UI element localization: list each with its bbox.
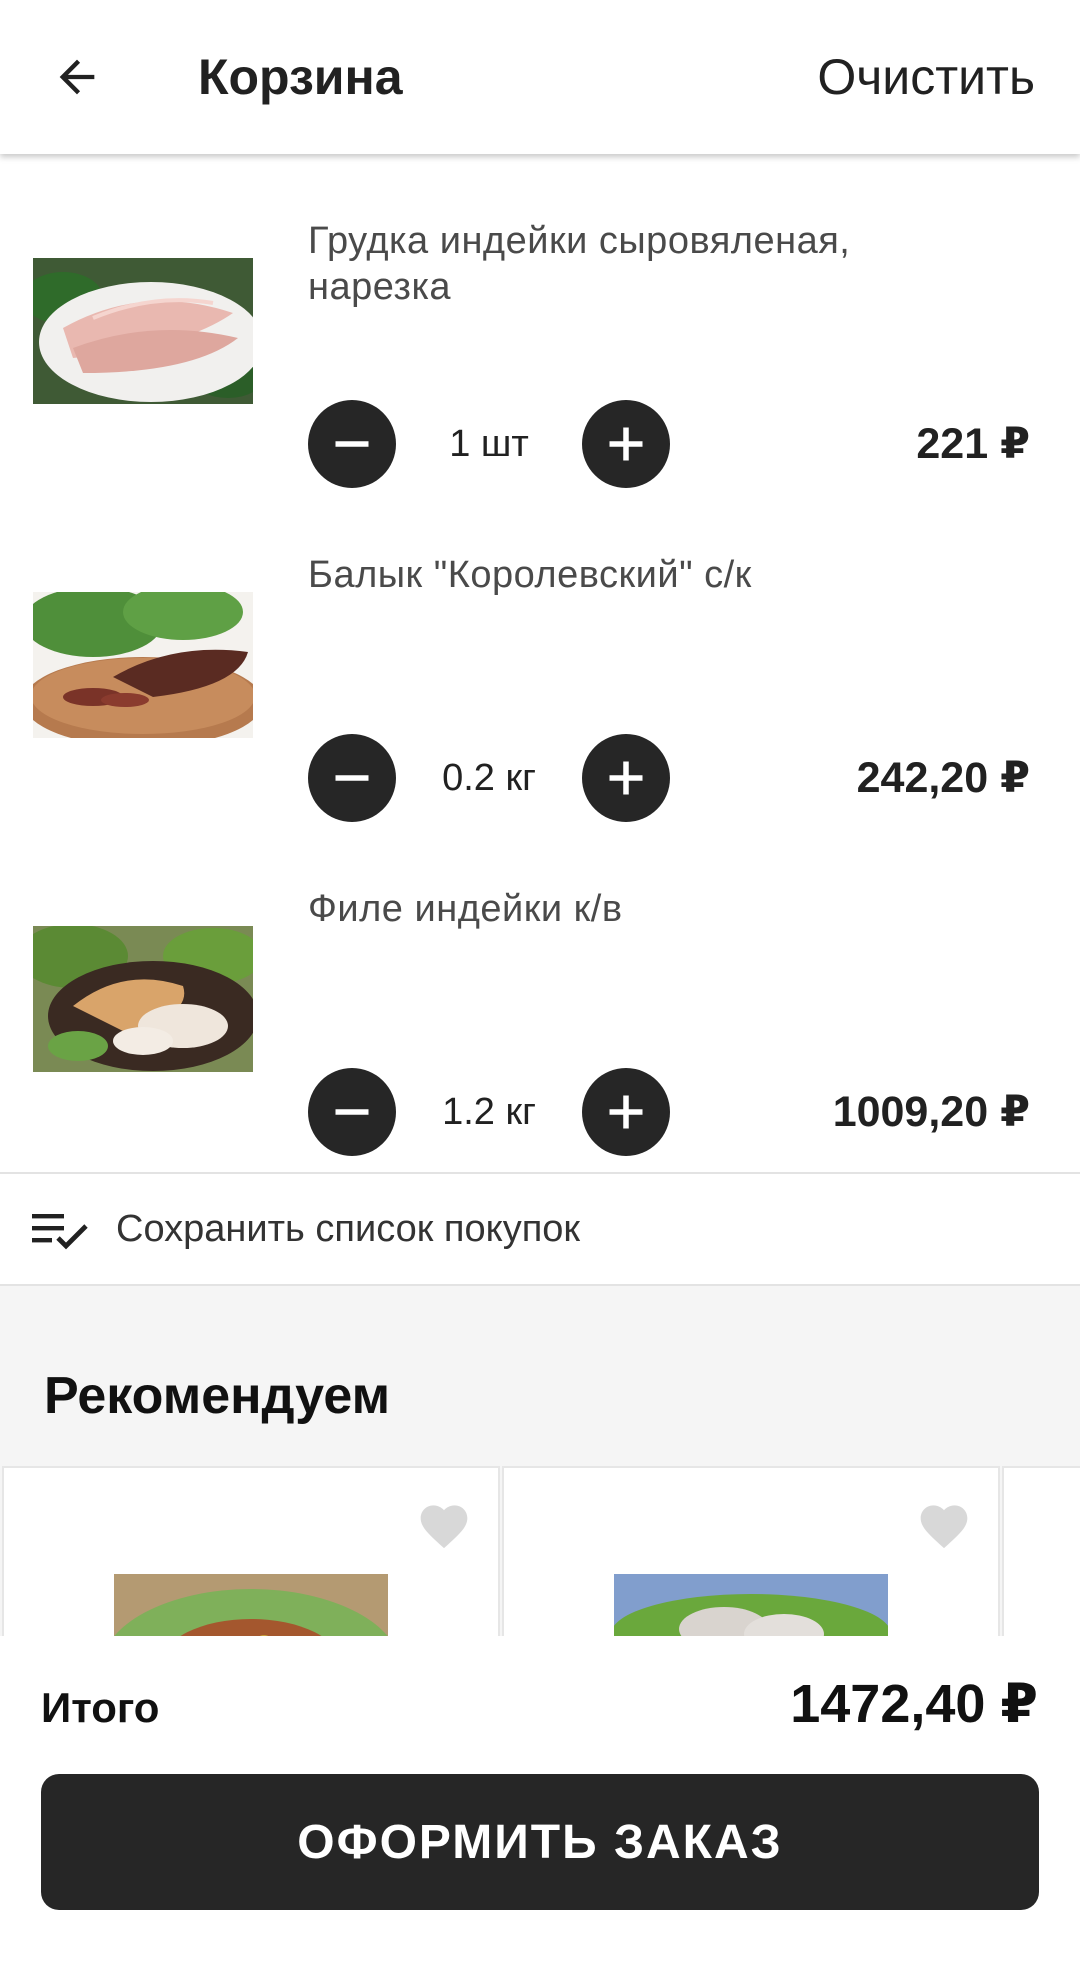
total-value: 1472,40 ₽	[790, 1674, 1038, 1734]
plus-icon	[609, 1095, 643, 1129]
recommended-product-card[interactable]	[1002, 1466, 1080, 1636]
clear-cart-button[interactable]: Очистить	[817, 48, 1035, 106]
item-price: 1009,20 ₽	[832, 1088, 1030, 1136]
save-list-label: Сохранить список покупок	[116, 1208, 581, 1250]
increase-quantity-button[interactable]	[582, 400, 670, 488]
app-header: Корзина Очистить	[0, 0, 1080, 154]
item-price: 242,20 ₽	[856, 754, 1030, 802]
heart-icon[interactable]	[416, 1498, 472, 1550]
item-price: 221 ₽	[916, 420, 1030, 468]
playlist-check-icon	[32, 1214, 88, 1250]
product-name: Филе индейки к/в	[308, 888, 623, 930]
product-image[interactable]	[33, 926, 253, 1072]
back-button[interactable]	[40, 40, 114, 114]
plus-icon	[609, 427, 643, 461]
product-image[interactable]	[33, 258, 253, 404]
recommended-product-image	[614, 1574, 888, 1636]
save-shopping-list-button[interactable]: Сохранить список покупок	[0, 1176, 1080, 1286]
total-label: Итого	[41, 1684, 160, 1731]
page-title: Корзина	[198, 49, 403, 105]
recommended-product-image	[114, 1574, 388, 1636]
cart-item: Филе индейки к/в 1.2 кг 1009,20 ₽	[0, 838, 1080, 1174]
increase-quantity-button[interactable]	[582, 1068, 670, 1156]
heart-icon[interactable]	[916, 1498, 972, 1550]
recommend-title: Рекомендуем	[44, 1367, 391, 1425]
recommended-product-card[interactable]	[502, 1466, 1000, 1636]
decrease-quantity-button[interactable]	[308, 734, 396, 822]
recommended-product-card[interactable]	[2, 1466, 500, 1636]
decrease-quantity-button[interactable]	[308, 400, 396, 488]
arrow-left-icon	[59, 59, 95, 95]
decrease-quantity-button[interactable]	[308, 1068, 396, 1156]
product-image[interactable]	[33, 592, 253, 738]
cart-item: Грудка индейки сыровяленая, нарезка 1 шт…	[0, 170, 1080, 506]
product-name: Грудка индейки сыровяленая, нарезка	[308, 220, 851, 308]
product-name: Балык "Королевский" с/к	[308, 554, 752, 596]
recommend-section: Рекомендуем	[0, 1286, 1080, 1636]
minus-icon	[335, 1109, 369, 1115]
minus-icon	[335, 775, 369, 781]
minus-icon	[335, 441, 369, 447]
quantity-value: 1.2 кг	[442, 1091, 536, 1133]
quantity-value: 0.2 кг	[442, 757, 536, 799]
increase-quantity-button[interactable]	[582, 734, 670, 822]
quantity-value: 1 шт	[449, 423, 529, 465]
plus-icon	[609, 761, 643, 795]
checkout-footer: Итого 1472,40 ₽ ОФОРМИТЬ ЗАКАЗ	[0, 1636, 1080, 1964]
checkout-button[interactable]: ОФОРМИТЬ ЗАКАЗ	[41, 1774, 1039, 1910]
cart-item: Балык "Королевский" с/к 0.2 кг 242,20 ₽	[0, 504, 1080, 840]
